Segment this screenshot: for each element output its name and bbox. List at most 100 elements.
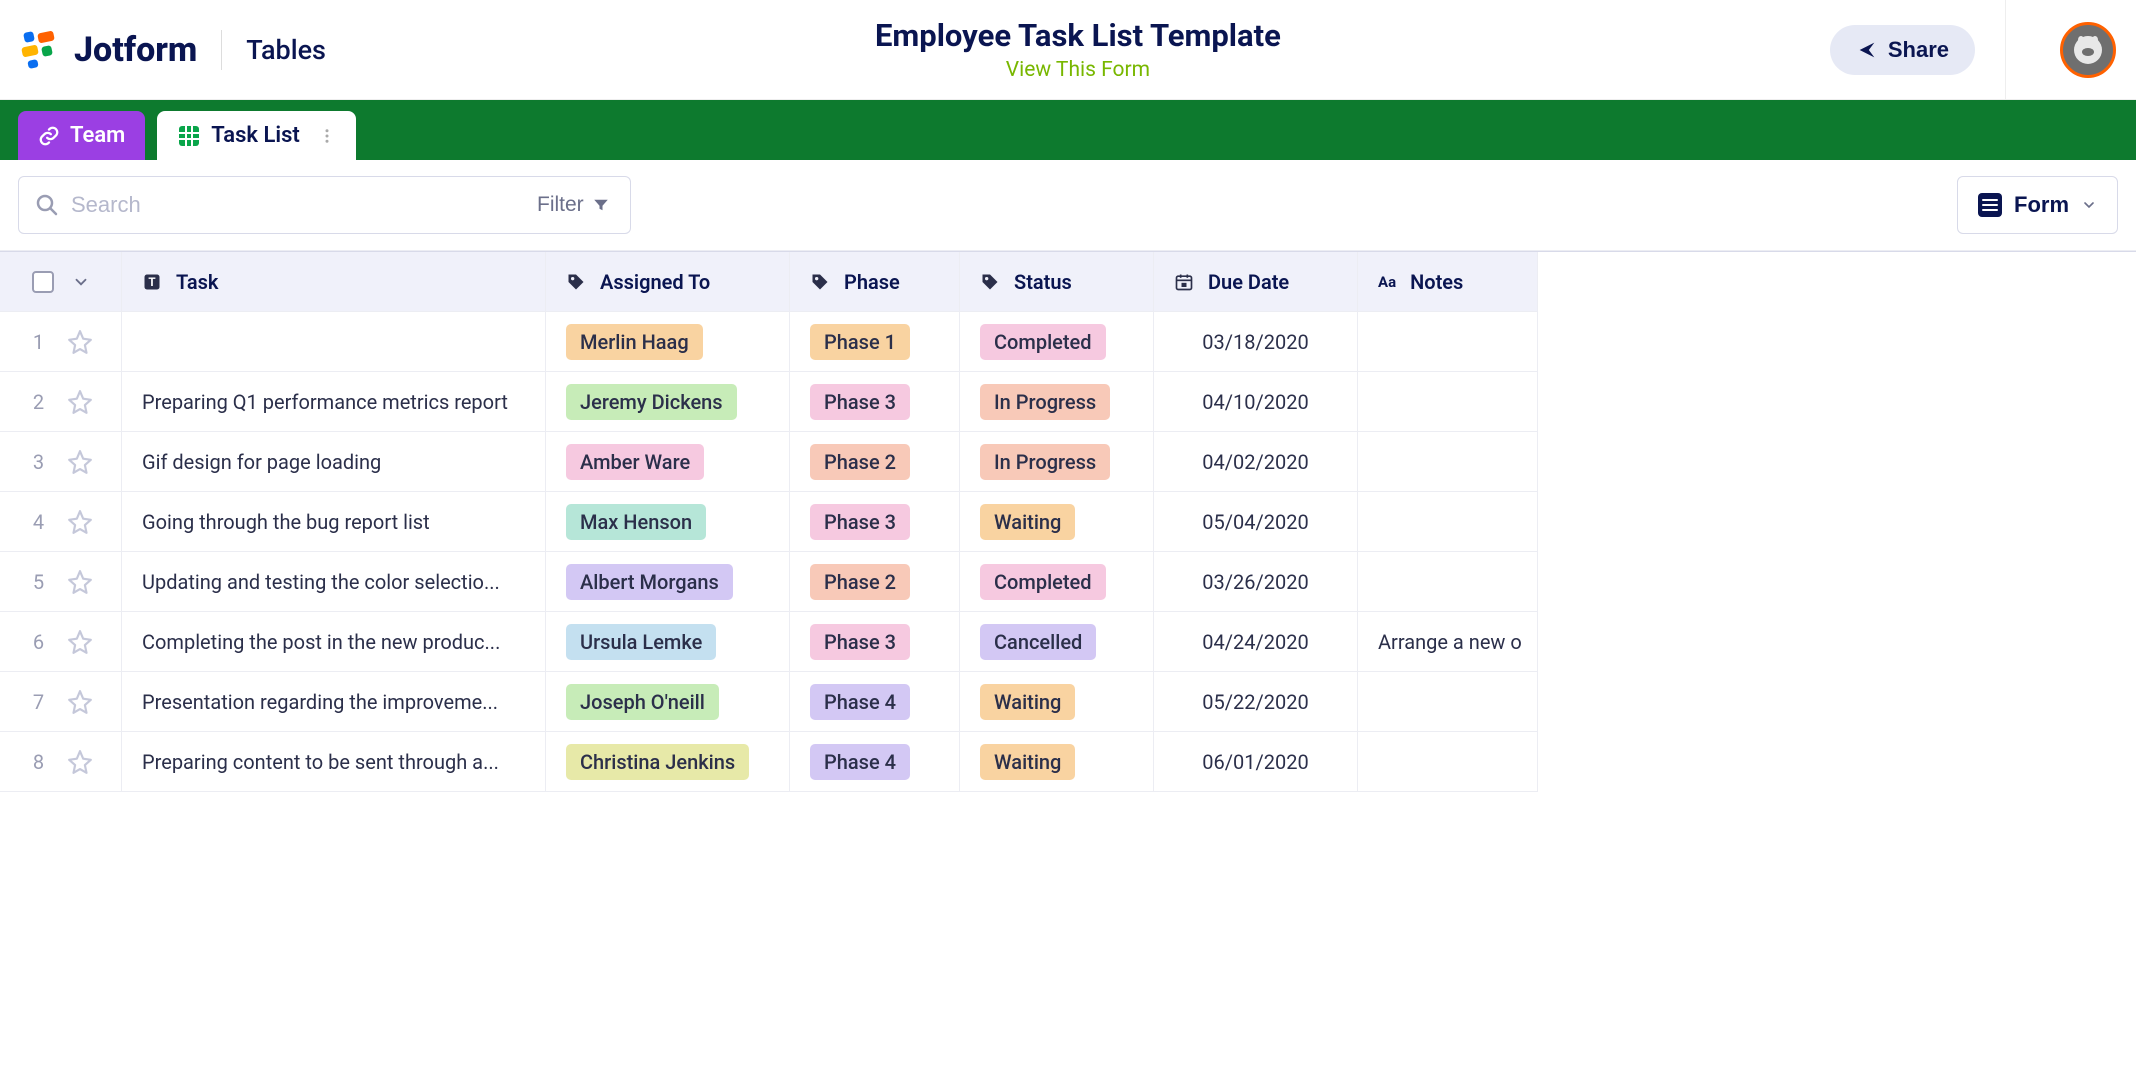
- cell-task[interactable]: Preparing Q1 performance metrics report: [122, 372, 546, 432]
- row-number: 2: [29, 390, 49, 414]
- assigned-chip: Albert Morgans: [566, 564, 733, 600]
- cell-due[interactable]: 04/02/2020: [1154, 432, 1358, 492]
- text-icon: T: [142, 272, 162, 292]
- cell-due[interactable]: 04/10/2020: [1154, 372, 1358, 432]
- cell-task[interactable]: Updating and testing the color selectio.…: [122, 552, 546, 612]
- star-icon[interactable]: [67, 329, 93, 355]
- col-status[interactable]: Status: [960, 252, 1154, 312]
- cell-phase[interactable]: Phase 4: [790, 672, 960, 732]
- cell-phase[interactable]: Phase 3: [790, 612, 960, 672]
- cell-due[interactable]: 05/22/2020: [1154, 672, 1358, 732]
- tab-task-list[interactable]: Task List: [157, 111, 356, 160]
- cell-status[interactable]: Completed: [960, 552, 1154, 612]
- cell-assigned[interactable]: Christina Jenkins: [546, 732, 790, 792]
- star-icon[interactable]: [67, 389, 93, 415]
- cell-task[interactable]: Going through the bug report list: [122, 492, 546, 552]
- cell-task[interactable]: Gif design for page loading: [122, 432, 546, 492]
- cell-assigned[interactable]: Merlin Haag: [546, 312, 790, 372]
- col-task[interactable]: T Task: [122, 252, 546, 312]
- cell-due[interactable]: 06/01/2020: [1154, 732, 1358, 792]
- search-wrap[interactable]: [18, 176, 518, 234]
- cell-notes[interactable]: [1358, 492, 1538, 552]
- cell-status[interactable]: Waiting: [960, 492, 1154, 552]
- star-icon[interactable]: [67, 629, 93, 655]
- cell-notes[interactable]: [1358, 552, 1538, 612]
- cell-due[interactable]: 04/24/2020: [1154, 612, 1358, 672]
- chevron-down-icon[interactable]: [72, 273, 90, 291]
- cell-phase[interactable]: Phase 4: [790, 732, 960, 792]
- cell-due[interactable]: 03/18/2020: [1154, 312, 1358, 372]
- cell-notes[interactable]: [1358, 432, 1538, 492]
- cell-phase[interactable]: Phase 3: [790, 372, 960, 432]
- cell-notes[interactable]: [1358, 312, 1538, 372]
- cell-assigned[interactable]: Jeremy Dickens: [546, 372, 790, 432]
- row-selector[interactable]: 6: [0, 612, 122, 672]
- cell-phase[interactable]: Phase 1: [790, 312, 960, 372]
- row-selector[interactable]: 8: [0, 732, 122, 792]
- row-selector[interactable]: 2: [0, 372, 122, 432]
- cell-status[interactable]: Waiting: [960, 672, 1154, 732]
- row-selector[interactable]: 3: [0, 432, 122, 492]
- row-number: 4: [29, 510, 49, 534]
- star-icon[interactable]: [67, 689, 93, 715]
- cell-status[interactable]: Cancelled: [960, 612, 1154, 672]
- cell-status[interactable]: In Progress: [960, 372, 1154, 432]
- col-notes[interactable]: Aa Notes: [1358, 252, 1538, 312]
- app-name[interactable]: Tables: [246, 34, 326, 66]
- cell-phase[interactable]: Phase 2: [790, 432, 960, 492]
- cell-status[interactable]: In Progress: [960, 432, 1154, 492]
- col-due[interactable]: Due Date: [1154, 252, 1358, 312]
- tag-icon: [566, 272, 586, 292]
- tab-team[interactable]: Team: [18, 111, 145, 160]
- cell-task[interactable]: Presentation regarding the improveme...: [122, 672, 546, 732]
- cell-notes[interactable]: [1358, 372, 1538, 432]
- cell-assigned[interactable]: Joseph O'neill: [546, 672, 790, 732]
- tab-team-label: Team: [70, 123, 125, 148]
- link-icon: [38, 125, 60, 147]
- col-assigned[interactable]: Assigned To: [546, 252, 790, 312]
- select-all-header: [0, 252, 122, 312]
- row-selector[interactable]: 5: [0, 552, 122, 612]
- cell-due[interactable]: 05/04/2020: [1154, 492, 1358, 552]
- star-icon[interactable]: [67, 749, 93, 775]
- cell-task[interactable]: [122, 312, 546, 372]
- cell-assigned[interactable]: Amber Ware: [546, 432, 790, 492]
- row-selector[interactable]: 7: [0, 672, 122, 732]
- cell-phase[interactable]: Phase 2: [790, 552, 960, 612]
- tab-menu-icon[interactable]: [318, 127, 336, 145]
- star-icon[interactable]: [67, 569, 93, 595]
- cell-assigned[interactable]: Albert Morgans: [546, 552, 790, 612]
- form-dropdown-button[interactable]: Form: [1957, 176, 2118, 234]
- row-selector[interactable]: 4: [0, 492, 122, 552]
- cell-task[interactable]: Completing the post in the new produc...: [122, 612, 546, 672]
- filter-button[interactable]: Filter: [517, 176, 631, 234]
- phase-chip: Phase 4: [810, 744, 910, 780]
- row-selector[interactable]: 1: [0, 312, 122, 372]
- share-button[interactable]: Share: [1830, 25, 1975, 75]
- cell-status[interactable]: Waiting: [960, 732, 1154, 792]
- task-text: Preparing content to be sent through a..…: [142, 750, 499, 774]
- star-icon[interactable]: [67, 509, 93, 535]
- cell-phase[interactable]: Phase 3: [790, 492, 960, 552]
- cell-status[interactable]: Completed: [960, 312, 1154, 372]
- select-all-checkbox[interactable]: [32, 271, 54, 293]
- cell-notes[interactable]: [1358, 672, 1538, 732]
- divider: [221, 30, 222, 70]
- share-icon: [1856, 39, 1878, 61]
- logo-block[interactable]: Jotform: [20, 30, 197, 70]
- search-input[interactable]: [71, 192, 501, 218]
- cell-task[interactable]: Preparing content to be sent through a..…: [122, 732, 546, 792]
- cell-assigned[interactable]: Ursula Lemke: [546, 612, 790, 672]
- star-icon[interactable]: [67, 449, 93, 475]
- row-number: 7: [29, 690, 49, 714]
- task-text: Gif design for page loading: [142, 450, 381, 474]
- cell-assigned[interactable]: Max Henson: [546, 492, 790, 552]
- col-phase[interactable]: Phase: [790, 252, 960, 312]
- chevron-down-icon: [2081, 197, 2097, 213]
- view-form-link[interactable]: View This Form: [326, 58, 1830, 82]
- user-avatar[interactable]: [2060, 22, 2116, 78]
- cell-due[interactable]: 03/26/2020: [1154, 552, 1358, 612]
- cell-notes[interactable]: Arrange a new o: [1358, 612, 1538, 672]
- cell-notes[interactable]: [1358, 732, 1538, 792]
- status-chip: Cancelled: [980, 624, 1096, 660]
